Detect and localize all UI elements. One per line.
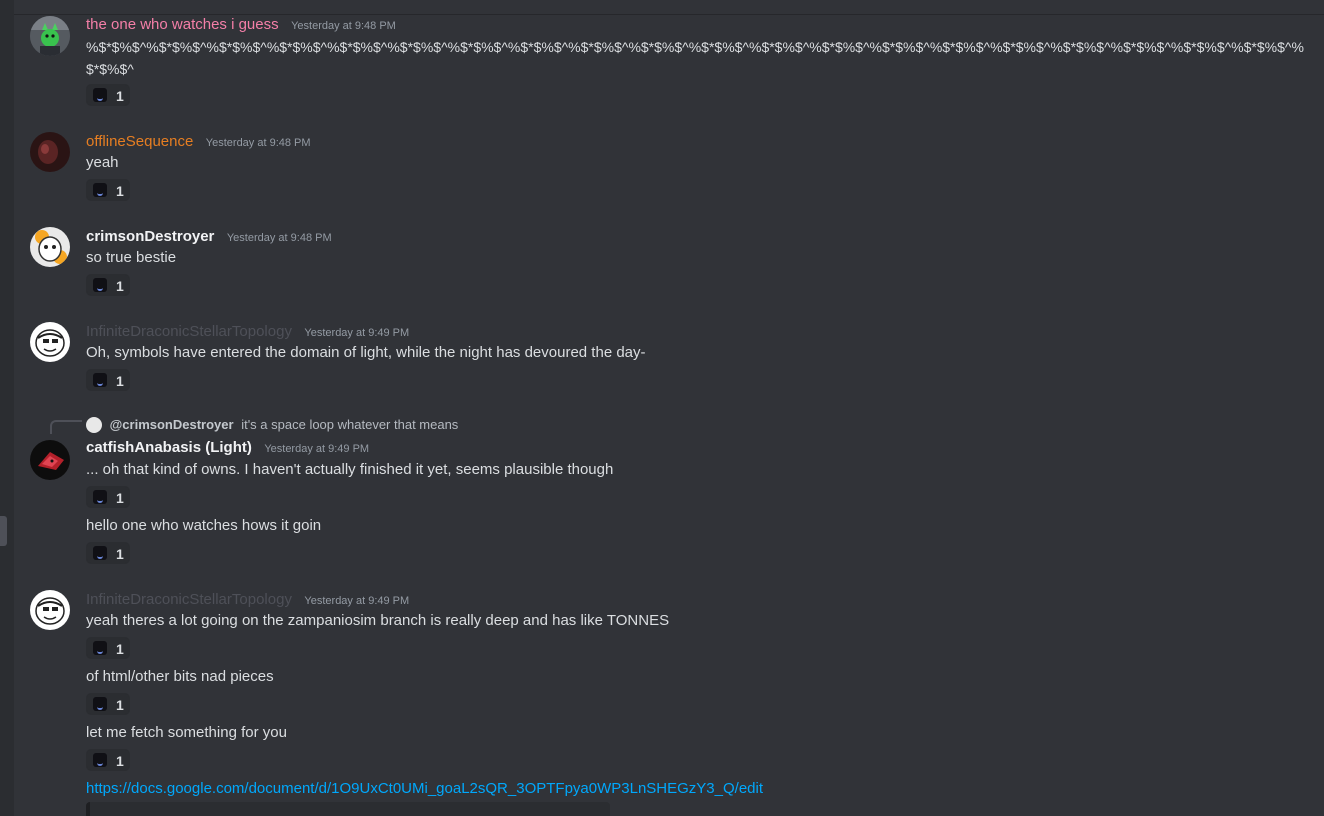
message-group: InfiniteDraconicStellarTopology Yesterda… (14, 578, 1314, 816)
sketch-face-avatar-icon (30, 322, 70, 362)
message-text: Oh, symbols have entered the domain of l… (86, 344, 646, 361)
emoji-icon (93, 753, 107, 767)
reaction-button[interactable]: 1 (86, 274, 130, 296)
emoji-icon (93, 183, 107, 197)
username[interactable]: InfiniteDraconicStellarTopology (86, 591, 292, 608)
reply-username[interactable]: @crimsonDestroyer (110, 417, 234, 432)
message-header: crimsonDestroyer Yesterday at 9:48 PM (86, 226, 332, 248)
timestamp[interactable]: Yesterday at 9:48 PM (291, 20, 396, 32)
reaction-count: 1 (116, 697, 124, 713)
dark-photo-avatar-icon (30, 132, 70, 172)
timestamp[interactable]: Yesterday at 9:49 PM (304, 595, 409, 607)
message-header: InfiniteDraconicStellarTopology Yesterda… (86, 589, 409, 611)
username[interactable]: the one who watches i guess (86, 16, 279, 33)
username[interactable]: crimsonDestroyer (86, 228, 214, 245)
message-group: crimsonDestroyer Yesterday at 9:48 PM so… (14, 215, 1314, 305)
message-header: offlineSequence Yesterday at 9:48 PM (86, 131, 311, 153)
reaction-count: 1 (116, 546, 124, 562)
reply-avatar-icon (86, 416, 102, 433)
sketch-face-avatar-icon (30, 590, 70, 630)
message-text: %$*$%$^%$*$%$^%$*$%$^%$*$%$^%$*$%$^%$*$%… (86, 39, 1304, 77)
message-text: let me fetch something for you (86, 724, 287, 741)
message-header: the one who watches i guess Yesterday at… (86, 14, 396, 36)
left-rail (0, 0, 14, 816)
message-header: catfishAnabasis (Light) Yesterday at 9:4… (86, 437, 369, 459)
reply-connector (50, 420, 82, 434)
message-text: yeah (86, 154, 119, 171)
scroll-handle[interactable] (0, 516, 7, 546)
reaction-button[interactable]: 1 (86, 542, 130, 564)
username[interactable]: InfiniteDraconicStellarTopology (86, 323, 292, 340)
red-creature-avatar-icon (30, 440, 70, 480)
message-header: InfiniteDraconicStellarTopology Yesterda… (86, 321, 409, 343)
avatar[interactable] (30, 227, 70, 267)
timestamp[interactable]: Yesterday at 9:48 PM (227, 232, 332, 244)
reaction-count: 1 (116, 88, 124, 104)
reaction-count: 1 (116, 641, 124, 657)
reaction-count: 1 (116, 490, 124, 506)
message-text: so true bestie (86, 249, 177, 266)
message-group: @crimsonDestroyer it's a space loop what… (14, 412, 1314, 572)
message-text: of html/other bits nad pieces (86, 668, 274, 685)
avatar[interactable] (30, 132, 70, 172)
emoji-icon (93, 278, 107, 292)
reaction-button[interactable]: 1 (86, 369, 130, 391)
emoji-icon (93, 88, 107, 102)
google-docs-link[interactable]: https://docs.google.com/document/d/1O9Ux… (86, 780, 763, 797)
reaction-button[interactable]: 1 (86, 749, 130, 771)
message-group: the one who watches i guess Yesterday at… (14, 0, 1314, 120)
orange-character-avatar-icon (30, 227, 70, 267)
avatar[interactable] (30, 590, 70, 630)
reaction-count: 1 (116, 753, 124, 769)
avatar[interactable] (30, 16, 70, 56)
emoji-icon (93, 641, 107, 655)
message-text: hello one who watches hows it goin (86, 517, 322, 534)
message-link-line: https://docs.google.com/document/d/1O9Ux… (86, 778, 763, 800)
emoji-icon (93, 373, 107, 387)
reaction-button[interactable]: 1 (86, 486, 130, 508)
username[interactable]: catfishAnabasis (Light) (86, 439, 252, 456)
reaction-button[interactable]: 1 (86, 84, 130, 106)
message-text: yeah theres a lot going on the zampanios… (86, 612, 670, 629)
reply-preview[interactable]: @crimsonDestroyer it's a space loop what… (86, 416, 458, 434)
link-embed-preview[interactable] (86, 802, 610, 816)
emoji-icon (93, 490, 107, 504)
cat-avatar-icon (30, 16, 70, 56)
timestamp[interactable]: Yesterday at 9:48 PM (206, 137, 311, 149)
username[interactable]: offlineSequence (86, 133, 193, 150)
reaction-button[interactable]: 1 (86, 179, 130, 201)
timestamp[interactable]: Yesterday at 9:49 PM (304, 327, 409, 339)
reaction-count: 1 (116, 278, 124, 294)
emoji-icon (93, 546, 107, 560)
reply-text[interactable]: it's a space loop whatever that means (241, 417, 458, 432)
timestamp[interactable]: Yesterday at 9:49 PM (264, 443, 369, 455)
reaction-button[interactable]: 1 (86, 637, 130, 659)
reaction-button[interactable]: 1 (86, 693, 130, 715)
reaction-count: 1 (116, 373, 124, 389)
avatar[interactable] (30, 440, 70, 480)
message-text: ... oh that kind of owns. I haven't actu… (86, 461, 614, 478)
avatar[interactable] (30, 322, 70, 362)
message-group: offlineSequence Yesterday at 9:48 PM yea… (14, 120, 1314, 210)
message-group: InfiniteDraconicStellarTopology Yesterda… (14, 310, 1314, 405)
emoji-icon (93, 697, 107, 711)
reaction-count: 1 (116, 183, 124, 199)
